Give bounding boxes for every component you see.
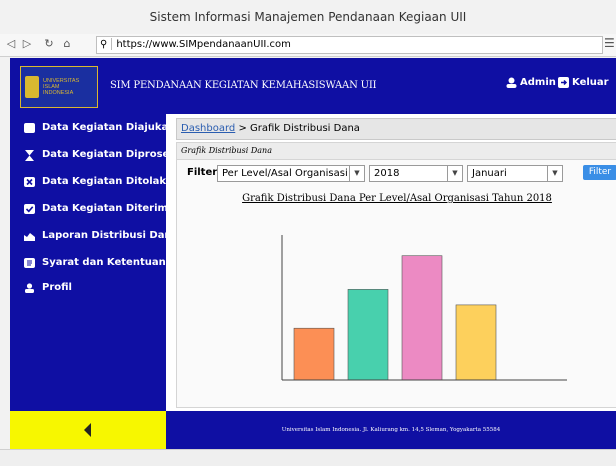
url-text: https://www.SIMpendanaanUII.com bbox=[116, 39, 291, 50]
sidebar-item-profil[interactable]: Profil bbox=[24, 282, 72, 293]
chart-bar bbox=[347, 289, 389, 381]
chart-panel: Grafik Distribusi Dana Filter Per Level/… bbox=[176, 142, 616, 408]
panel-header: Grafik Distribusi Dana bbox=[177, 143, 616, 160]
breadcrumb-current: Grafik Distribusi Dana bbox=[250, 123, 360, 134]
x-box-icon bbox=[24, 176, 35, 187]
panel-title: Grafik Distribusi Dana bbox=[181, 146, 272, 155]
site-header: UNIVERSITAS ISLAM INDONESIA SIM PENDANAA… bbox=[10, 58, 616, 114]
sidebar-item-ditolak[interactable]: Data Kegiatan Ditolak bbox=[24, 176, 166, 187]
chart-bar bbox=[293, 327, 335, 381]
logout-label: Keluar bbox=[572, 77, 609, 88]
url-bar[interactable]: ⚲ https://www.SIMpendanaanUII.com bbox=[96, 36, 603, 54]
chevron-down-icon: ▼ bbox=[349, 166, 364, 181]
sidebar-item-label: Laporan Distribusi Dana bbox=[42, 230, 179, 241]
document-icon bbox=[24, 257, 35, 268]
sidebar-item-laporan[interactable]: Laporan Distribusi Dana bbox=[24, 230, 178, 241]
main-content: Dashboard > Grafik Distribusi Dana Grafi… bbox=[166, 114, 616, 411]
back-icon[interactable]: ◁ bbox=[4, 36, 18, 52]
level-select[interactable]: Per Level/Asal Organisasi ▼ bbox=[217, 165, 365, 182]
user-icon bbox=[506, 77, 517, 88]
logout-icon bbox=[558, 77, 569, 88]
search-icon: ⚲ bbox=[100, 39, 108, 50]
breadcrumb-separator: > bbox=[235, 123, 251, 134]
chevron-down-icon: ▼ bbox=[447, 166, 462, 181]
breadcrumb: Dashboard > Grafik Distribusi Dana bbox=[176, 118, 616, 140]
level-select-value: Per Level/Asal Organisasi bbox=[222, 168, 348, 179]
folder-open-icon bbox=[24, 122, 35, 133]
seal-icon bbox=[25, 76, 39, 98]
sidebar-item-syarat[interactable]: Syarat dan Ketentuan bbox=[24, 257, 166, 268]
sidebar-item-label: Data Kegiatan Diterima bbox=[42, 203, 175, 214]
admin-button[interactable]: Admin bbox=[506, 77, 556, 88]
sidebar: Data Kegiatan Diajukan Data Kegiatan Dip… bbox=[10, 114, 178, 411]
home-icon[interactable]: ⌂ bbox=[60, 36, 74, 52]
window-title: Sistem Informasi Manajemen Pendanaan Keg… bbox=[0, 0, 616, 35]
hourglass-icon bbox=[24, 149, 35, 161]
forward-icon[interactable]: ▷ bbox=[20, 36, 34, 52]
footer-address: Universitas Islam Indonesia. Jl. Kaliura… bbox=[166, 411, 616, 449]
status-bar bbox=[0, 449, 616, 466]
sidebar-item-label: Data Kegiatan Diproses bbox=[42, 149, 176, 160]
browser-toolbar: ◁ ▷ ↻ ⌂ ⚲ https://www.SIMpendanaanUII.com… bbox=[0, 34, 616, 57]
checkbox-icon bbox=[24, 203, 35, 214]
university-logo: UNIVERSITAS ISLAM INDONESIA bbox=[20, 66, 98, 108]
bar-chart bbox=[281, 235, 567, 381]
filter-label: Filter bbox=[187, 167, 218, 178]
year-select[interactable]: 2018 ▼ bbox=[369, 165, 463, 182]
refresh-icon[interactable]: ↻ bbox=[42, 36, 56, 52]
sidebar-item-label: Syarat dan Ketentuan bbox=[42, 257, 166, 268]
admin-label: Admin bbox=[520, 77, 556, 88]
chevron-down-icon: ▼ bbox=[547, 166, 562, 181]
year-select-value: 2018 bbox=[374, 168, 400, 179]
site-name: SIM PENDANAAN KEGIATAN KEMAHASISWAAN UII bbox=[110, 80, 377, 91]
sidebar-item-label: Data Kegiatan Ditolak bbox=[42, 176, 167, 187]
chart-bar bbox=[401, 255, 443, 381]
month-select-value: Januari bbox=[472, 168, 507, 179]
area-chart-icon bbox=[24, 231, 35, 241]
sidebar-item-label: Profil bbox=[42, 282, 72, 293]
month-select[interactable]: Januari ▼ bbox=[467, 165, 563, 182]
sidebar-collapse-button[interactable] bbox=[10, 411, 166, 449]
chevron-left-icon bbox=[84, 423, 91, 437]
menu-icon[interactable]: ☰ bbox=[604, 36, 615, 50]
chart-bar bbox=[455, 304, 497, 381]
logout-button[interactable]: Keluar bbox=[558, 77, 609, 88]
filter-button[interactable]: Filter bbox=[583, 165, 616, 180]
breadcrumb-home-link[interactable]: Dashboard bbox=[181, 123, 235, 134]
logo-line: INDONESIA bbox=[43, 90, 74, 96]
user-icon bbox=[24, 282, 35, 293]
sidebar-item-diterima[interactable]: Data Kegiatan Diterima bbox=[24, 203, 175, 214]
sidebar-item-diajukan[interactable]: Data Kegiatan Diajukan bbox=[24, 122, 175, 133]
sidebar-item-diproses[interactable]: Data Kegiatan Diproses bbox=[24, 149, 176, 161]
sidebar-item-label: Data Kegiatan Diajukan bbox=[42, 122, 176, 133]
